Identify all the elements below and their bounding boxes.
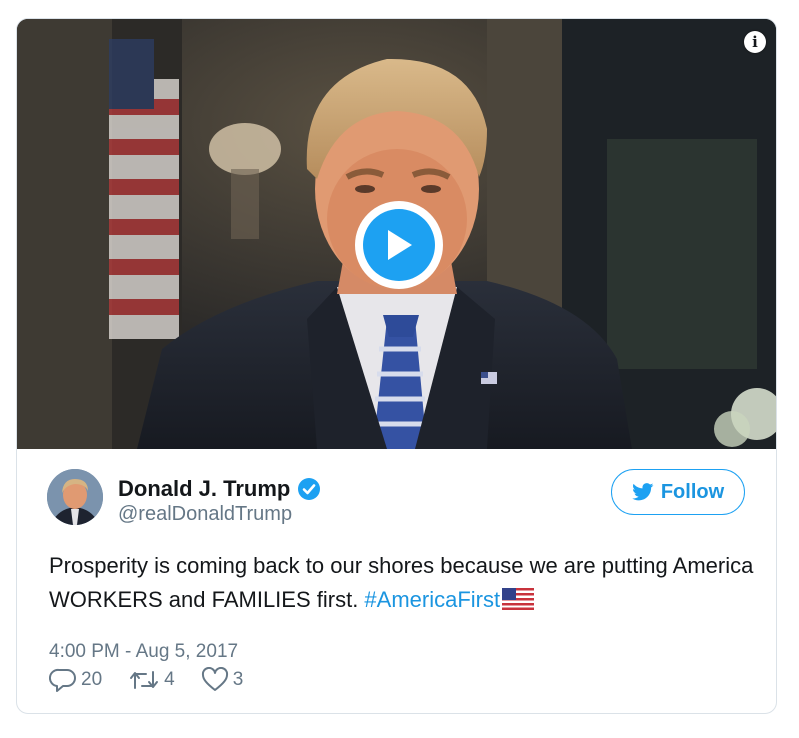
- reply-icon: [49, 668, 76, 692]
- author-name-text: Donald J. Trump: [118, 476, 291, 501]
- us-flag-emoji: [502, 588, 535, 610]
- avatar[interactable]: [47, 469, 103, 525]
- tweet-author: Donald J. Trump @realDonaldTrump Follow: [47, 469, 747, 529]
- reply-count: 20: [81, 669, 103, 690]
- tweet-actions: 20 4 3: [49, 665, 269, 695]
- tweet-timestamp[interactable]: 4:00 PM - Aug 5, 2017: [49, 641, 238, 663]
- retweet-count: 4: [164, 669, 175, 690]
- follow-label: Follow: [660, 480, 725, 503]
- info-icon[interactable]: i: [744, 31, 766, 53]
- hashtag-link[interactable]: #AmericaFirst: [364, 587, 500, 612]
- follow-button[interactable]: Follow: [611, 469, 745, 515]
- tweet-card: i Donald J. Trump @realDonaldTrump Follo…: [16, 18, 777, 714]
- play-button[interactable]: [355, 201, 443, 289]
- retweet-icon: [130, 671, 159, 689]
- video-player[interactable]: i: [17, 19, 776, 449]
- author-handle[interactable]: @realDonaldTrump: [118, 503, 292, 526]
- verified-badge-icon: [298, 478, 321, 500]
- author-name[interactable]: Donald J. Trump: [118, 476, 321, 502]
- like-button[interactable]: 3: [201, 667, 244, 693]
- play-icon: [363, 209, 435, 281]
- heart-icon: [201, 667, 228, 691]
- tweet-text: Prosperity is coming back to our shores …: [49, 549, 769, 617]
- twitter-bird-icon: [631, 483, 654, 501]
- like-count: 3: [232, 669, 244, 690]
- retweet-button[interactable]: 4: [128, 668, 175, 692]
- reply-button[interactable]: 20: [49, 667, 102, 693]
